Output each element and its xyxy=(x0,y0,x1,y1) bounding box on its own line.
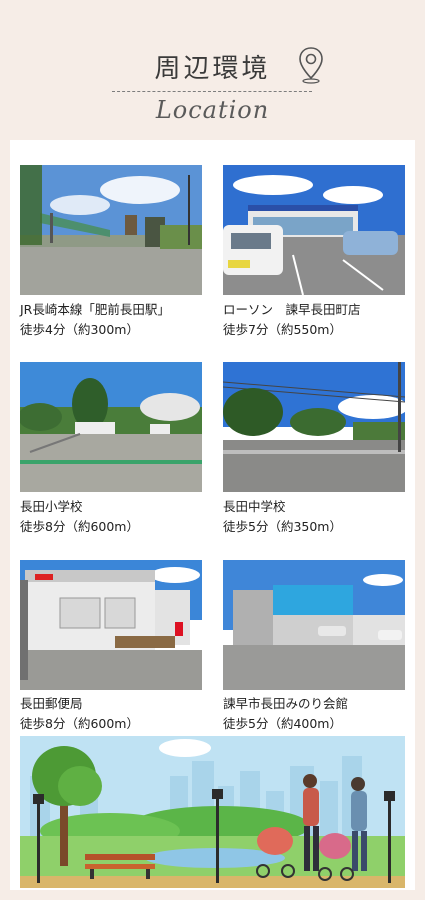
photo-station xyxy=(20,165,202,295)
place-name: 長田小学校 xyxy=(20,499,83,514)
place-name: 諫早市長田みのり会館 xyxy=(223,696,349,711)
place-name: 長田中学校 xyxy=(223,499,286,514)
photo-community-hall xyxy=(223,560,405,690)
caption-station: JR長崎本線「肥前長田駅」 徒歩4分（約300m） xyxy=(20,300,220,340)
place-distance: 徒歩8分（約600m） xyxy=(20,716,139,731)
park-illustration xyxy=(20,736,405,888)
place-distance: 徒歩7分（約550m） xyxy=(223,322,342,337)
place-distance: 徒歩5分（約350m） xyxy=(223,519,342,534)
caption-post-office: 長田郵便局 徒歩8分（約600m） xyxy=(20,694,220,734)
place-name: JR長崎本線「肥前長田駅」 xyxy=(20,302,170,317)
place-distance: 徒歩8分（約600m） xyxy=(20,519,139,534)
photo-post-office xyxy=(20,560,202,690)
place-name: 長田郵便局 xyxy=(20,696,83,711)
caption-junior-high-school: 長田中学校 徒歩5分（約350m） xyxy=(223,497,423,537)
title-divider xyxy=(112,91,312,92)
place-distance: 徒歩5分（約400m） xyxy=(223,716,342,731)
photo-junior-high-school xyxy=(223,362,405,492)
place-name: ローソン 諫早長田町店 xyxy=(223,302,361,317)
map-pin-icon xyxy=(299,47,323,84)
photo-lawson xyxy=(223,165,405,295)
caption-lawson: ローソン 諫早長田町店 徒歩7分（約550m） xyxy=(223,300,423,340)
place-distance: 徒歩4分（約300m） xyxy=(20,322,139,337)
page-title: 周辺環境 xyxy=(154,54,271,84)
caption-elementary-school: 長田小学校 徒歩8分（約600m） xyxy=(20,497,220,537)
caption-community-hall: 諫早市長田みのり会館 徒歩5分（約400m） xyxy=(223,694,423,734)
page-subtitle: Location xyxy=(155,96,270,124)
photo-elementary-school xyxy=(20,362,202,492)
page-header: 周辺環境 Location xyxy=(0,0,425,140)
